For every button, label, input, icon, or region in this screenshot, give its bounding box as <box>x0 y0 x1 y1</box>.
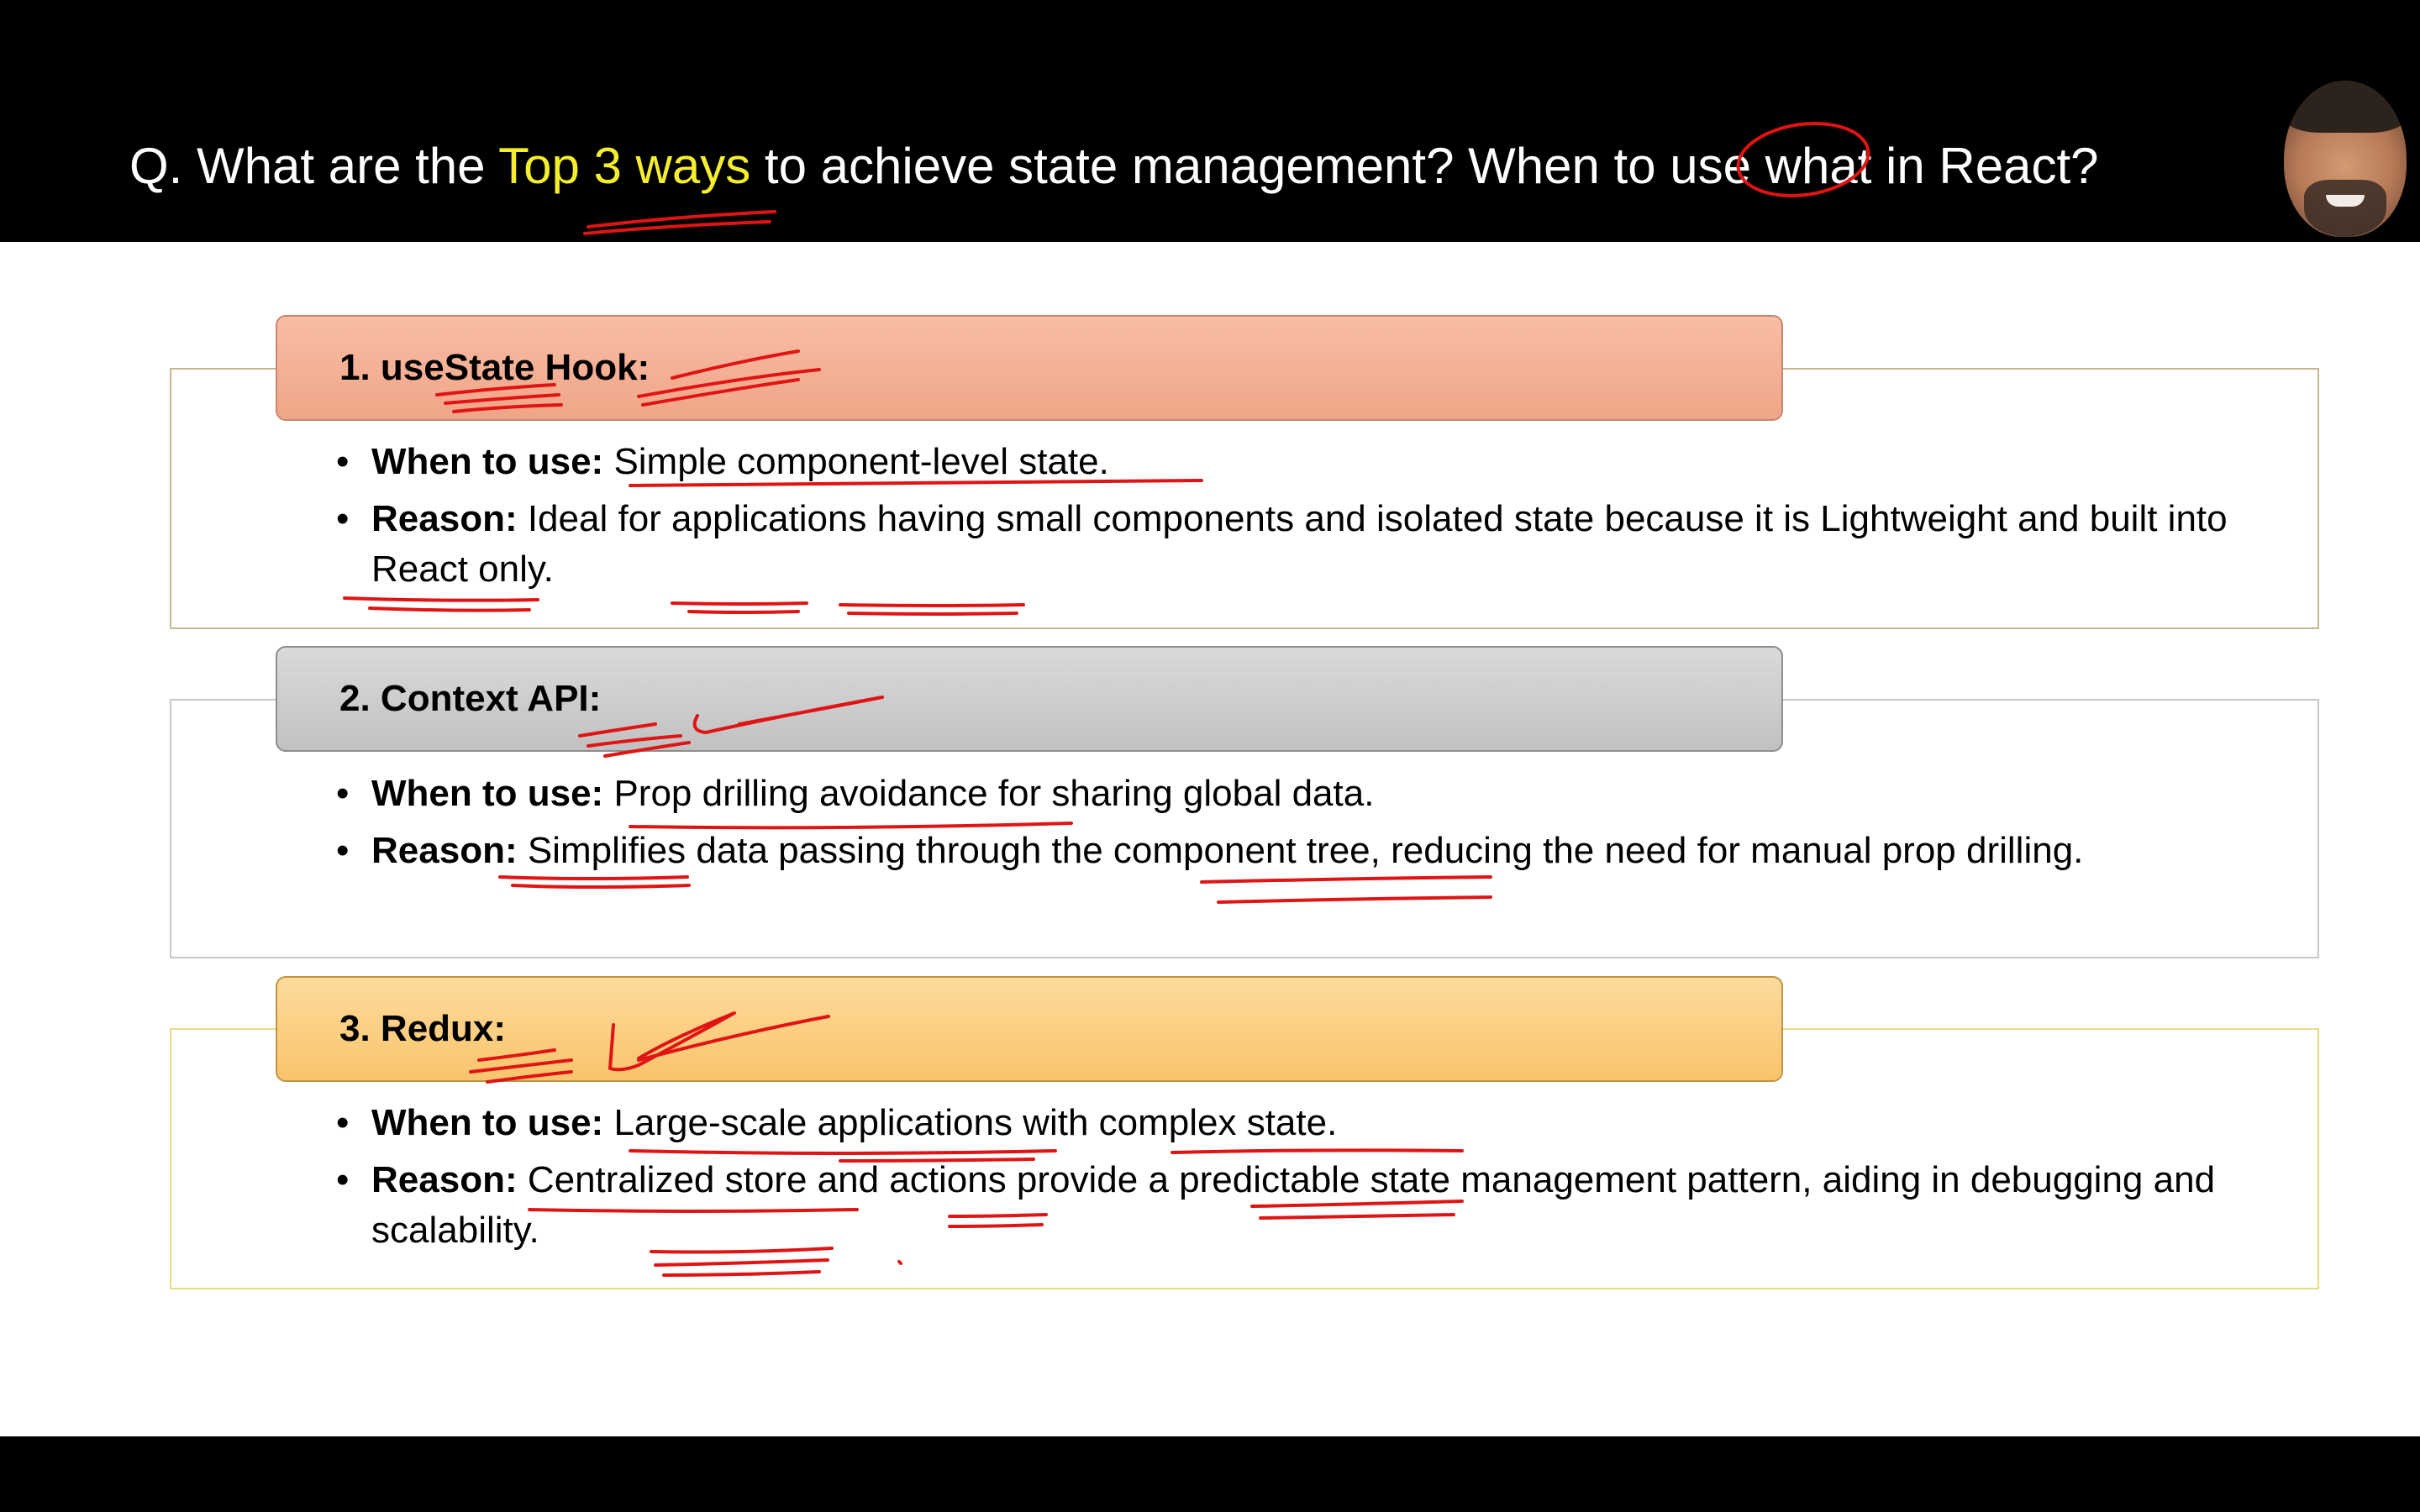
avatar-hair <box>2284 81 2407 133</box>
title-bar: Q. What are the Top 3 ways to achieve st… <box>0 0 2420 242</box>
bottom-bar <box>0 1436 2420 1512</box>
bullet-text: Simple component-level state. <box>613 441 1109 482</box>
bullet-text: Prop drilling avoidance for sharing glob… <box>613 773 1375 814</box>
section-redux-bullets: When to use: Large-scale applications wi… <box>336 1098 2269 1263</box>
section-context-header: 2. Context API: <box>276 646 1783 752</box>
bullet-label: When to use: <box>371 1102 604 1143</box>
section-redux-heading: 3. Redux: <box>339 1008 507 1049</box>
bullet-item: When to use: Simple component-level stat… <box>336 437 2269 487</box>
section-context-heading: 2. Context API: <box>339 678 602 719</box>
question-title-pre: Q. What are the <box>129 138 499 194</box>
bullet-text: Ideal for applications having small comp… <box>371 498 2228 590</box>
presenter-avatar-icon <box>2284 81 2407 237</box>
question-title-highlight: Top 3 ways <box>498 138 751 194</box>
bullet-text: Simplifies data passing through the comp… <box>527 830 2084 871</box>
bullet-label: Reason: <box>371 1159 518 1200</box>
bullet-label: When to use: <box>371 441 604 482</box>
bullet-text: Centralized store and actions provide a … <box>371 1159 2216 1251</box>
bullet-item: Reason: Ideal for applications having sm… <box>336 494 2269 595</box>
question-title: Q. What are the Top 3 ways to achieve st… <box>129 126 2099 207</box>
bullet-item: When to use: Large-scale applications wi… <box>336 1098 2269 1148</box>
section-context-bullets: When to use: Prop drilling avoidance for… <box>336 769 2269 883</box>
section-usestate-heading: 1. useState Hook: <box>339 347 650 388</box>
avatar-beard <box>2304 180 2386 237</box>
bullet-label: Reason: <box>371 830 518 871</box>
bullet-text: Large-scale applications with complex st… <box>613 1102 1338 1143</box>
avatar-mouth <box>2326 195 2365 207</box>
bullet-item: Reason: Simplifies data passing through … <box>336 826 2269 876</box>
bullet-label: When to use: <box>371 773 604 814</box>
section-usestate-header: 1. useState Hook: <box>276 315 1783 421</box>
bullet-label: Reason: <box>371 498 518 539</box>
bullet-item: Reason: Centralized store and actions pr… <box>336 1155 2269 1256</box>
section-redux-header: 3. Redux: <box>276 976 1783 1082</box>
bullet-item: When to use: Prop drilling avoidance for… <box>336 769 2269 819</box>
section-usestate-bullets: When to use: Simple component-level stat… <box>336 437 2269 601</box>
question-title-post: to achieve state management? When to use… <box>750 138 2099 194</box>
